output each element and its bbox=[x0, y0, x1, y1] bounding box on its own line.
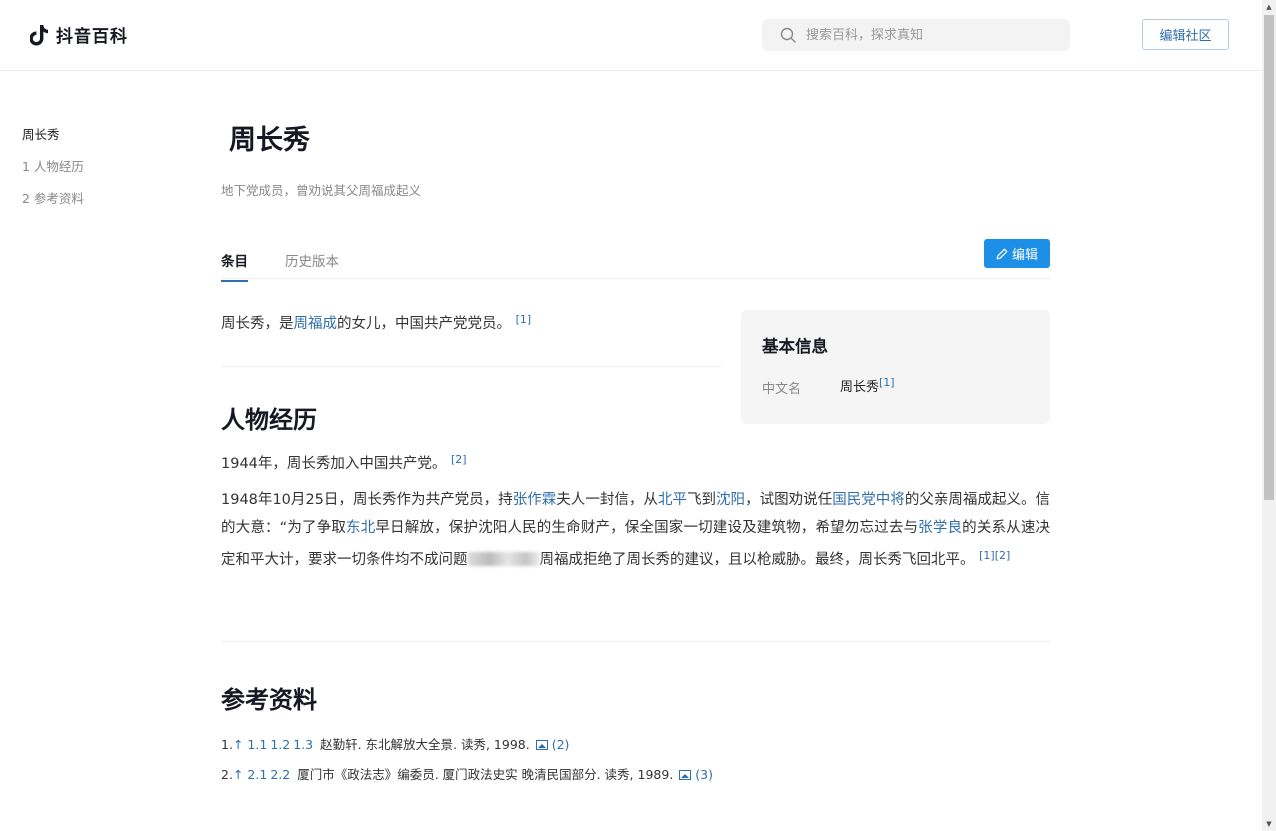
tab-history[interactable]: 历史版本 bbox=[285, 250, 339, 280]
back-arrow[interactable]: ↑ bbox=[233, 767, 243, 782]
page-title: 周长秀 bbox=[229, 125, 310, 156]
intro-text-2: 的女儿，中国共产党党员。 bbox=[337, 316, 511, 332]
back-arrow[interactable]: ↑ bbox=[233, 737, 243, 752]
paragraph-text: ，试图劝说任 bbox=[745, 492, 833, 508]
citation-1-2[interactable]: [1][2] bbox=[979, 549, 1010, 562]
image-icon[interactable] bbox=[535, 740, 548, 750]
paragraph-text: 早日解放，保护沈阳人民的生命财产，保全国家一切建设及建筑物，希望勿忘过去与 bbox=[375, 520, 919, 536]
backlink[interactable]: 1.2 bbox=[270, 737, 290, 752]
logo-text: 抖音百科 bbox=[56, 27, 128, 47]
link-shenyang[interactable]: 沈阳 bbox=[716, 492, 745, 508]
citation-infobox[interactable]: [1] bbox=[879, 376, 895, 389]
link-zhou-fucheng[interactable]: 周福成 bbox=[294, 316, 338, 332]
citation-1[interactable]: [1] bbox=[516, 313, 532, 326]
info-key-chinese-name: 中文名 bbox=[762, 382, 802, 397]
link-zhang-xueliang[interactable]: 张学良 bbox=[918, 520, 962, 536]
image-icon[interactable] bbox=[679, 770, 692, 780]
top-header: 抖音百科 编辑社区 bbox=[0, 0, 1262, 71]
link-kmt-general[interactable]: 国民党中将 bbox=[832, 492, 905, 508]
divider bbox=[221, 366, 721, 367]
link-zhang-zuolin[interactable]: 张作霖 bbox=[513, 492, 557, 508]
reference-text: 赵勤轩. 东北解放大全景. 读秀, 1998. bbox=[320, 737, 530, 752]
scroll-up-arrow-icon[interactable]: ▲ bbox=[1262, 0, 1276, 14]
info-value-chinese-name: 周长秀[1] bbox=[840, 376, 895, 395]
paragraph-text: 夫人一封信，从 bbox=[556, 492, 658, 508]
reference-count[interactable]: (2) bbox=[552, 737, 570, 752]
edit-community-button[interactable]: 编辑社区 bbox=[1142, 19, 1229, 50]
search-icon bbox=[780, 27, 796, 43]
toc-item-biography[interactable]: 1 人物经历 bbox=[22, 158, 84, 190]
citation-2[interactable]: [2] bbox=[451, 453, 467, 466]
backlink[interactable]: 1.1 bbox=[247, 737, 267, 752]
paragraph-text: 1948年10月25日，周长秀作为共产党员，持 bbox=[221, 492, 513, 508]
douyin-logo-icon bbox=[30, 24, 48, 45]
reference-text: 厦门市《政法志》编委员. 厦门政法史实 晚清民国部分. 读秀, 1989. bbox=[297, 767, 674, 782]
paragraph-text: 周福成拒绝了周长秀的建议，且以枪威胁。最终，周长秀飞回北平。 bbox=[539, 552, 975, 568]
page-subtitle: 地下党成员，曾劝说其父周福成起义 bbox=[221, 183, 422, 198]
article-tabs: 条目 历史版本 bbox=[221, 241, 1050, 282]
section-heading-references: 参考资料 bbox=[221, 685, 317, 714]
backlink[interactable]: 2.1 bbox=[247, 767, 267, 782]
reference-number: 1. bbox=[221, 737, 233, 752]
info-value-text: 周长秀 bbox=[840, 380, 880, 395]
intro-paragraph: 周长秀，是周福成的女儿，中国共产党党员。 [1] bbox=[221, 312, 531, 333]
intro-text: 周长秀，是 bbox=[221, 316, 294, 332]
tab-entry[interactable]: 条目 bbox=[221, 250, 248, 282]
edit-button[interactable]: 编辑 bbox=[984, 239, 1050, 268]
biography-paragraph-1: 1944年，周长秀加入中国共产党。 [2] bbox=[221, 452, 467, 473]
biography-paragraph-2: 1948年10月25日，周长秀作为共产党员，持张作霖夫人一封信，从北平飞到沈阳，… bbox=[221, 486, 1050, 574]
search-box[interactable] bbox=[762, 19, 1070, 51]
vertical-scrollbar[interactable]: ▲ ▼ bbox=[1262, 0, 1276, 831]
backlink[interactable]: 1.3 bbox=[293, 737, 313, 752]
scroll-thumb[interactable] bbox=[1264, 15, 1274, 500]
scroll-down-arrow-icon[interactable]: ▼ bbox=[1262, 817, 1276, 831]
search-input[interactable] bbox=[806, 27, 1046, 43]
blurred-text bbox=[467, 552, 540, 566]
paragraph-text: 1944年，周长秀加入中国共产党。 bbox=[221, 456, 447, 472]
link-beiping[interactable]: 北平 bbox=[658, 492, 687, 508]
toc-item-title[interactable]: 周长秀 bbox=[22, 126, 84, 158]
section-divider bbox=[221, 641, 1050, 642]
link-northeast[interactable]: 东北 bbox=[346, 520, 375, 536]
table-of-contents: 周长秀 1 人物经历 2 参考资料 bbox=[22, 126, 84, 222]
section-heading-biography: 人物经历 bbox=[221, 405, 317, 434]
pencil-icon bbox=[996, 248, 1008, 259]
info-box: 基本信息 中文名 周长秀[1] bbox=[741, 310, 1050, 424]
reference-item: 2.↑ 2.1 2.2 厦门市《政法志》编委员. 厦门政法史实 晚清民国部分. 读秀… bbox=[221, 765, 716, 795]
reference-number: 2. bbox=[221, 767, 233, 782]
douyin-baike-logo[interactable]: 抖音百科 bbox=[30, 22, 128, 47]
backlink[interactable]: 2.2 bbox=[270, 767, 290, 782]
references-list: 1.↑ 1.1 1.2 1.3 赵勤轩. 东北解放大全景. 读秀, 1998. (2) … bbox=[221, 735, 716, 795]
reference-count[interactable]: (3) bbox=[695, 767, 713, 782]
reference-item: 1.↑ 1.1 1.2 1.3 赵勤轩. 东北解放大全景. 读秀, 1998. (2) bbox=[221, 735, 716, 765]
infobox-title: 基本信息 bbox=[762, 337, 828, 356]
toc-item-references[interactable]: 2 参考资料 bbox=[22, 190, 84, 222]
paragraph-text: 飞到 bbox=[686, 492, 717, 508]
edit-button-label: 编辑 bbox=[1011, 248, 1038, 263]
